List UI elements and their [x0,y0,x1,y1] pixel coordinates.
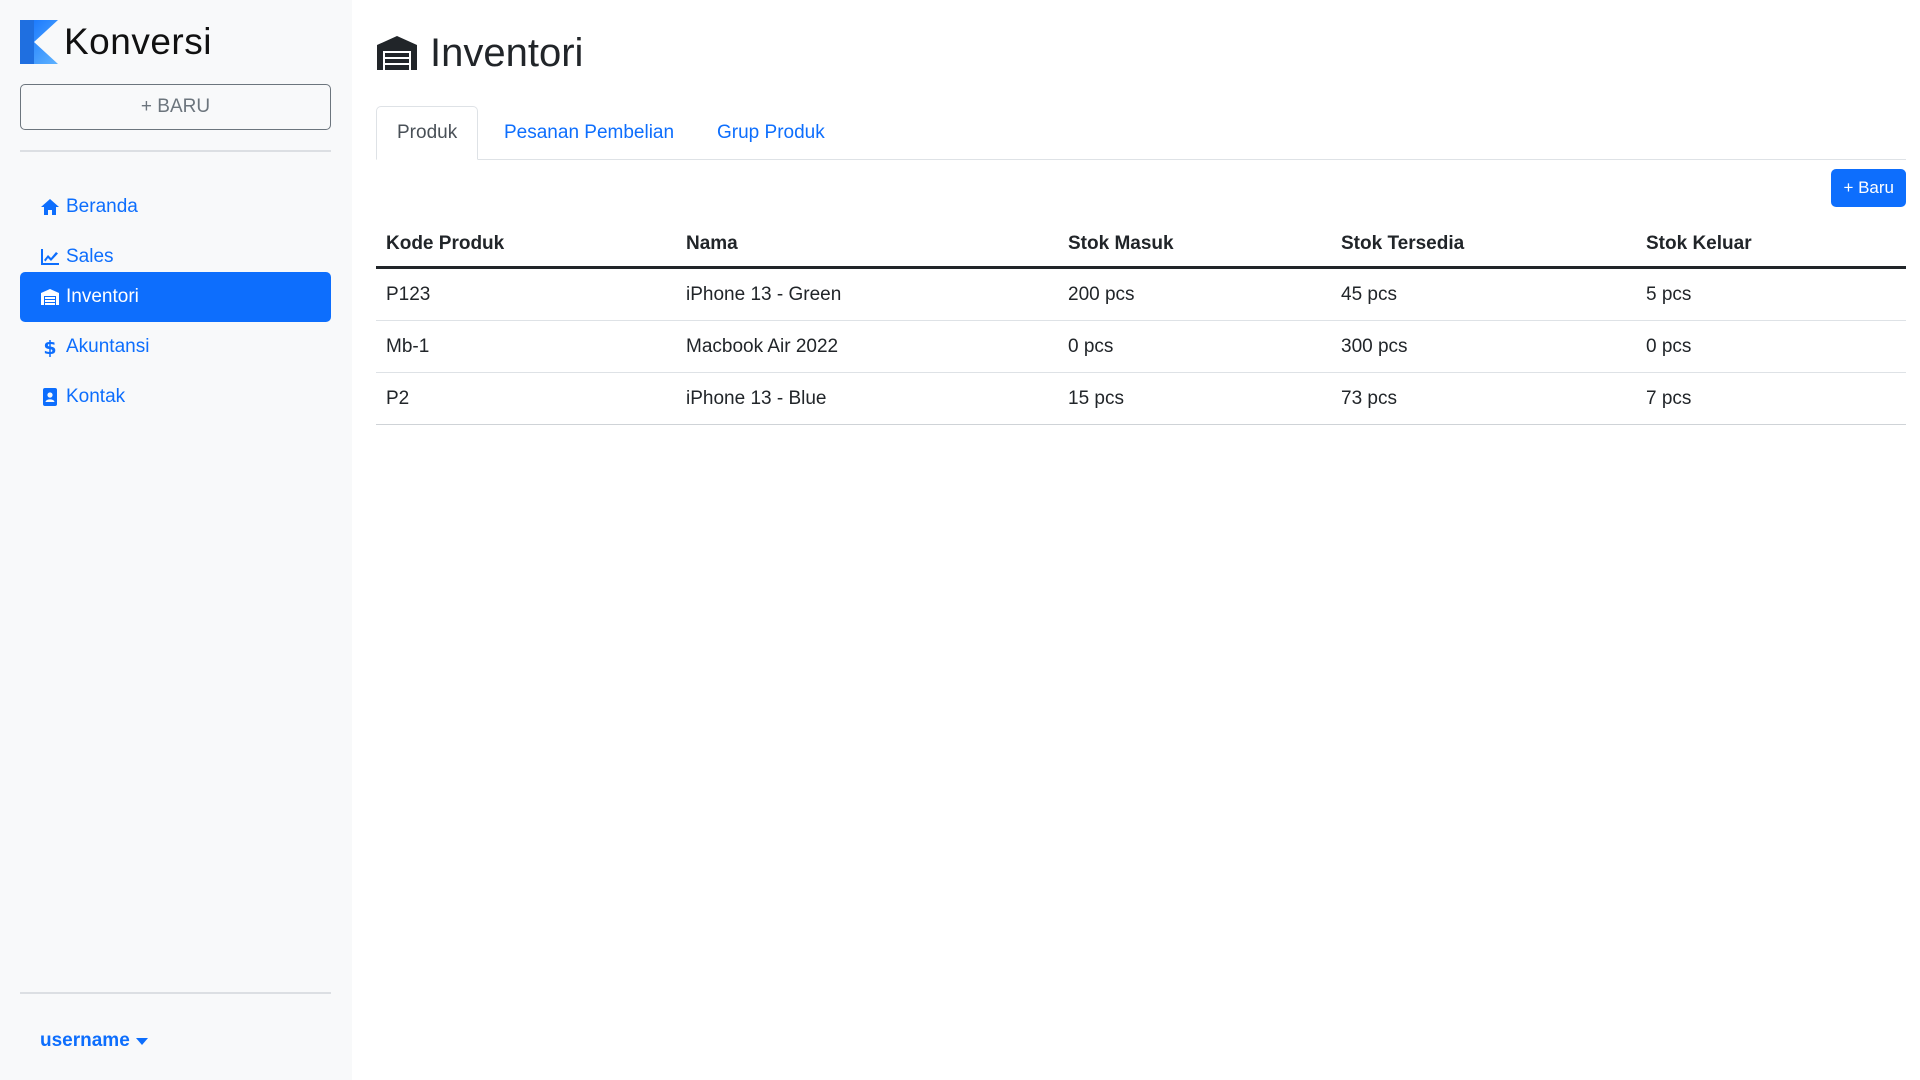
sidebar-item-akuntansi[interactable]: $ Akuntansi [20,322,331,372]
sidebar-item-kontak[interactable]: Kontak [20,372,331,422]
cell-stok-keluar: 0 pcs [1636,320,1906,373]
cell-nama: iPhone 13 - Green [676,267,1058,321]
sidebar-divider [20,150,331,152]
product-table: Kode Produk Nama Stok Masuk Stok Tersedi… [376,222,1906,425]
add-product-button[interactable]: + Baru [1831,169,1906,207]
username: username [40,1030,130,1051]
cell-stok-tersedia: 300 pcs [1331,320,1636,373]
brand-name: Konversi [64,21,212,62]
sidebar-item-beranda[interactable]: Beranda [20,182,331,232]
konversi-logo-icon [20,20,58,64]
user-menu[interactable]: username [40,1030,148,1052]
sidebar-item-label: Inventori [66,286,139,307]
home-icon [40,197,60,217]
svg-text:$: $ [43,337,56,357]
sidebar-item-label: Akuntansi [66,336,150,357]
caret-down-icon [135,1037,148,1045]
cell-stok-tersedia: 45 pcs [1331,267,1636,321]
sidebar-divider-bottom [20,992,331,994]
cell-nama: iPhone 13 - Blue [676,372,1058,425]
cell-kode: P123 [376,267,676,321]
column-header[interactable]: Kode Produk [376,222,676,269]
chart-line-icon [40,247,60,267]
cell-kode: Mb-1 [376,320,676,373]
sidebar: Konversi + BARU Beranda Sales Inventori … [0,0,352,1080]
main-content: Inventori Produk Pesanan Pembelian Grup … [376,0,1906,1080]
warehouse-icon [376,35,418,71]
column-header[interactable]: Stok Keluar [1636,222,1906,269]
cell-stok-keluar: 5 pcs [1636,267,1906,321]
brand[interactable]: Konversi [20,20,212,64]
column-header[interactable]: Stok Masuk [1058,222,1331,269]
tab-produk[interactable]: Produk [376,106,479,160]
contact-card-icon [40,387,60,407]
tab-grup-produk[interactable]: Grup Produk [697,106,845,159]
cell-stok-masuk: 200 pcs [1058,267,1331,321]
cell-stok-masuk: 0 pcs [1058,320,1331,373]
sidebar-item-label: Kontak [66,386,126,407]
column-header[interactable]: Stok Tersedia [1331,222,1636,269]
page-title: Inventori [376,28,583,78]
table-row[interactable]: Mb-1 Macbook Air 2022 0 pcs 300 pcs 0 pc… [376,320,1906,373]
table-row[interactable]: P2 iPhone 13 - Blue 15 pcs 73 pcs 7 pcs [376,372,1906,425]
tab-bar: Produk Pesanan Pembelian Grup Produk [376,106,1906,160]
page-title-text: Inventori [430,30,584,75]
cell-stok-keluar: 7 pcs [1636,372,1906,425]
warehouse-icon [40,287,60,307]
cell-kode: P2 [376,372,676,425]
table-row[interactable]: P123 iPhone 13 - Green 200 pcs 45 pcs 5 … [376,267,1906,321]
table-header-row: Kode Produk Nama Stok Masuk Stok Tersedi… [376,222,1906,269]
column-header[interactable]: Nama [676,222,1058,269]
sidebar-item-label: Sales [66,246,114,267]
dollar-icon: $ [40,337,60,357]
cell-stok-masuk: 15 pcs [1058,372,1331,425]
sidebar-item-inventori[interactable]: Inventori [20,272,331,322]
tab-pesanan-pembelian[interactable]: Pesanan Pembelian [484,106,694,159]
sidebar-item-label: Beranda [66,196,138,217]
new-button[interactable]: + BARU [20,84,331,130]
cell-stok-tersedia: 73 pcs [1331,372,1636,425]
cell-nama: Macbook Air 2022 [676,320,1058,373]
